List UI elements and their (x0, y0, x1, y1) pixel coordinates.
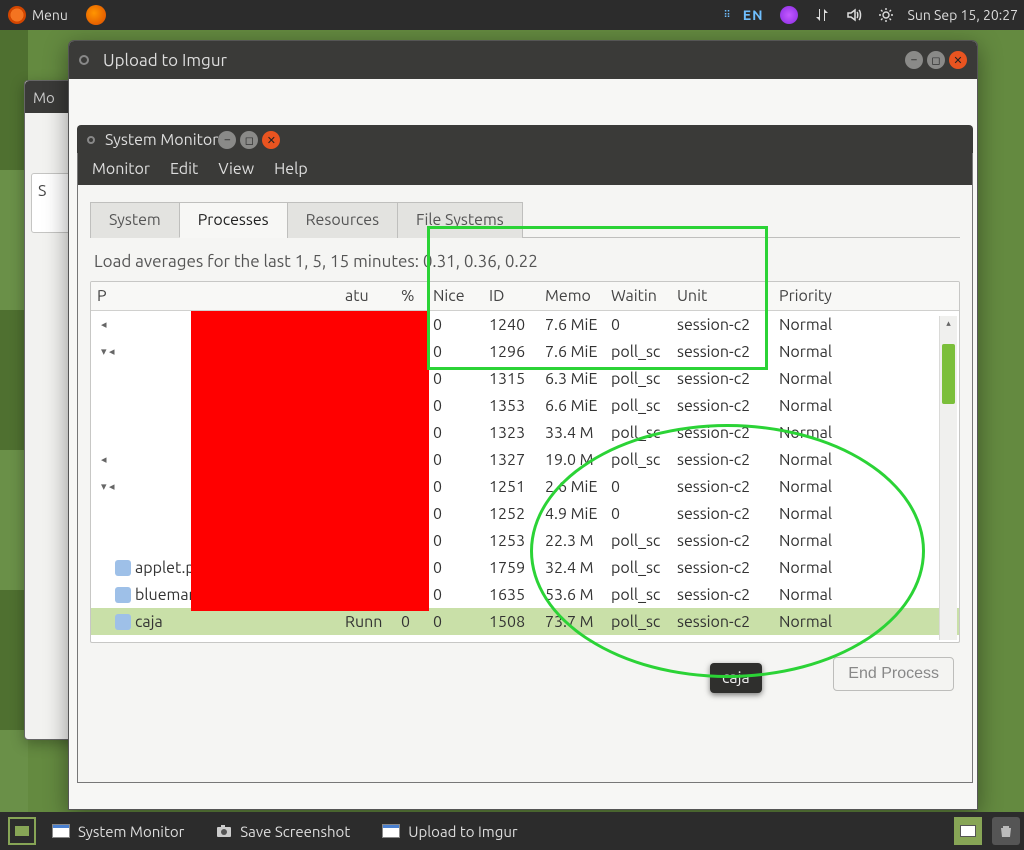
sysmon-menubar: Monitor Edit View Help (78, 153, 972, 185)
tab-resources[interactable]: Resources (287, 202, 398, 238)
menu-view[interactable]: View (218, 160, 254, 178)
workspace-switcher[interactable] (954, 817, 982, 845)
annotation-green-rectangle (427, 226, 768, 370)
tree-toggle-icon[interactable]: ◂ (101, 318, 111, 331)
cell-nice: 0 (427, 527, 483, 555)
cell-nice: 0 (427, 419, 483, 447)
camera-icon (216, 823, 232, 839)
cell-id: 1508 (483, 608, 539, 636)
trash-icon[interactable] (992, 817, 1020, 845)
tab-system[interactable]: System (90, 202, 180, 238)
tab-processes[interactable]: Processes (179, 202, 288, 238)
window-menu-icon[interactable] (79, 55, 89, 65)
tree-toggle-icon[interactable]: ▾ ◂ (101, 345, 111, 358)
sysmon-window-titlebar[interactable]: System Monitor – ◻ ✕ (77, 125, 973, 155)
cell-cpu: 0 (395, 608, 427, 636)
taskbar-item-system-monitor[interactable]: System Monitor (40, 819, 196, 844)
menu-button[interactable]: Menu (32, 7, 68, 23)
system-indicator-icon[interactable] (878, 7, 894, 23)
cell-priority: Normal (773, 338, 863, 366)
cell-unit: session-c2 (671, 392, 773, 420)
col-process-name[interactable]: P (91, 282, 339, 310)
cell-status: Runn (339, 608, 395, 636)
imgur-window-titlebar[interactable]: Upload to Imgur – ◻ ✕ (69, 41, 977, 79)
cell-nice: 0 (427, 554, 483, 582)
process-name-label: caja (135, 613, 163, 631)
network-indicator-icon[interactable] (814, 7, 830, 23)
cell-id: 1323 (483, 419, 539, 447)
cell-waiting: poll_sc (605, 392, 671, 420)
cell-nice: 0 (427, 500, 483, 528)
scroll-up-arrow-icon[interactable]: ▴ (940, 316, 957, 330)
sysmon-window-title: System Monitor (105, 131, 218, 149)
window-icon (52, 824, 70, 838)
taskbar-item-save-screenshot[interactable]: Save Screenshot (204, 819, 362, 844)
minimize-button[interactable]: – (905, 51, 923, 69)
maximize-button[interactable]: ◻ (927, 51, 945, 69)
menu-monitor[interactable]: Monitor (92, 160, 150, 178)
close-button[interactable]: ✕ (949, 51, 967, 69)
minimize-button[interactable]: – (218, 131, 236, 149)
col-priority[interactable]: Priority (773, 282, 863, 310)
process-icon (115, 560, 131, 576)
bottom-panel: System Monitor Save Screenshot Upload to… (0, 812, 1024, 850)
process-table-scrollbar[interactable]: ▴ (939, 316, 957, 640)
cell-nice: 0 (427, 392, 483, 420)
cell-id: 1327 (483, 446, 539, 474)
annotation-green-ellipse (530, 424, 925, 678)
tree-toggle-icon[interactable]: ◂ (101, 453, 111, 466)
taskbar-label: Save Screenshot (240, 823, 350, 840)
window-icon (382, 824, 400, 838)
cell-nice: 0 (427, 608, 483, 636)
process-icon (115, 587, 131, 603)
cell-priority: Normal (773, 365, 863, 393)
tree-toggle-icon[interactable]: ▾ ◂ (101, 480, 111, 493)
imgur-window-title: Upload to Imgur (103, 51, 227, 70)
cell-nice: 0 (427, 446, 483, 474)
menu-edit[interactable]: Edit (170, 160, 198, 178)
col-cpu-percent[interactable]: % (395, 282, 427, 310)
cell-priority: Normal (773, 392, 863, 420)
firefox-icon[interactable] (86, 5, 106, 25)
show-desktop-button[interactable] (8, 817, 36, 845)
indicator-dots-icon: ⠿ (723, 9, 730, 21)
volume-indicator-icon[interactable] (846, 7, 862, 23)
col-status[interactable]: atu (339, 282, 395, 310)
annotation-red-rectangle (191, 311, 429, 611)
cell-id: 1252 (483, 500, 539, 528)
keyboard-layout-indicator[interactable]: EN (743, 7, 764, 23)
taskbar-item-upload-imgur[interactable]: Upload to Imgur (370, 819, 529, 844)
clock-indicator[interactable]: Sun Sep 15, 20:27 (908, 7, 1018, 23)
cell-id: 1353 (483, 392, 539, 420)
taskbar-label: System Monitor (78, 823, 184, 840)
cell-priority: Normal (773, 311, 863, 339)
close-button[interactable]: ✕ (262, 131, 280, 149)
maximize-button[interactable]: ◻ (240, 131, 258, 149)
cell-nice: 0 (427, 473, 483, 501)
taskbar-label: Upload to Imgur (408, 823, 517, 840)
app-indicator-icon[interactable] (780, 6, 798, 24)
process-icon (115, 614, 131, 630)
ubuntu-logo-icon[interactable] (8, 6, 26, 24)
top-panel: Menu ⠿ EN Sun Sep 15, 20:27 (0, 0, 1024, 30)
cell-id: 1635 (483, 581, 539, 609)
cell-nice: 0 (427, 581, 483, 609)
menu-help[interactable]: Help (274, 160, 308, 178)
scrollbar-thumb[interactable] (942, 344, 955, 404)
cell-id: 1251 (483, 473, 539, 501)
cell-memory: 6.6 MiE (539, 392, 605, 420)
cell-memory: 33.4 M (539, 419, 605, 447)
end-process-button[interactable]: End Process (833, 657, 954, 691)
window-menu-icon[interactable] (87, 136, 95, 144)
